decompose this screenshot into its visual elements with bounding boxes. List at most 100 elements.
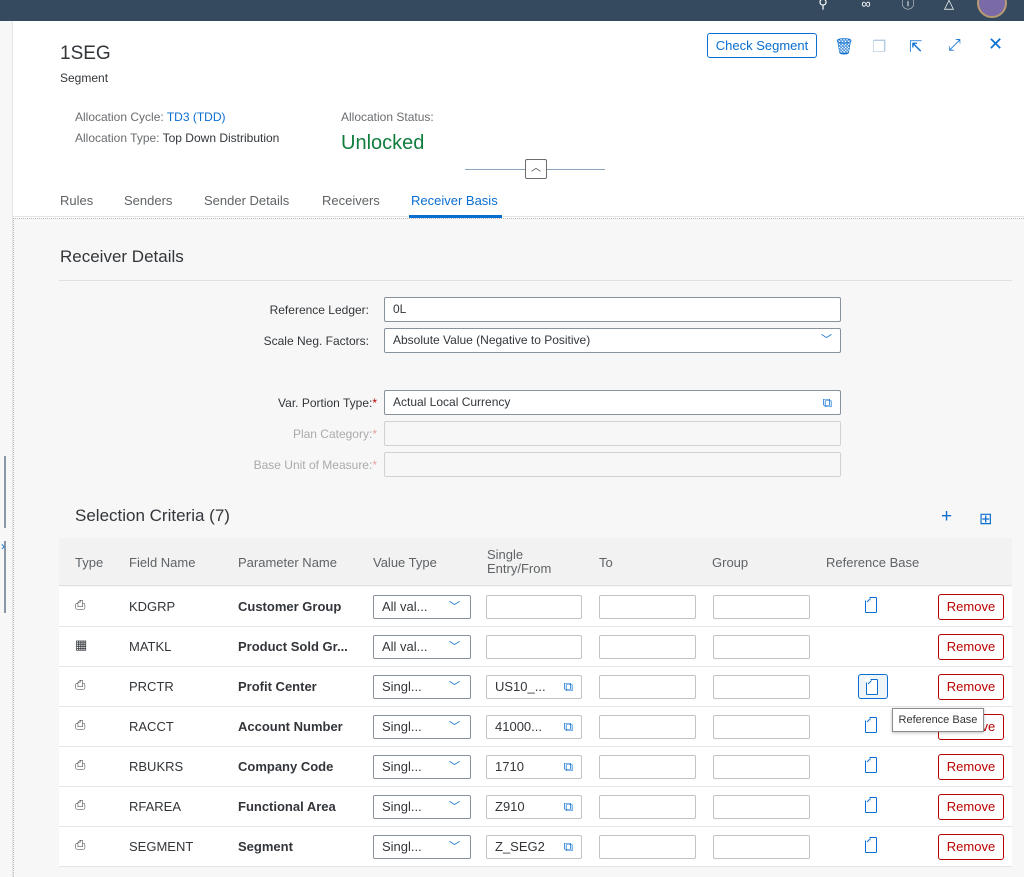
check-segment-button[interactable]: Check Segment	[707, 33, 817, 58]
plan-category-input	[384, 421, 841, 446]
table-icon: ▦	[75, 637, 88, 652]
value-type-select[interactable]: Singl... ﹀	[373, 795, 471, 819]
table-row: ⎙ PRCTR Profit Center Singl... ﹀ US10_... ⧉ Rem…	[59, 667, 1012, 707]
single-entry-input[interactable]	[486, 595, 582, 619]
document-icon: ⎙	[75, 757, 86, 772]
receiver-details-title: Receiver Details	[60, 247, 184, 266]
shell-bar: ⚲ ∞ ⓘ △	[0, 0, 1024, 21]
allocation-status-label: Allocation Status:	[341, 110, 434, 124]
reference-base-icon[interactable]	[865, 837, 877, 853]
field-name-cell: RFAREA	[129, 799, 182, 814]
to-input[interactable]	[599, 755, 696, 779]
field-name-cell: PRCTR	[129, 679, 174, 694]
chevron-down-icon: ﹀	[449, 761, 460, 773]
single-entry-input[interactable]: Z_SEG2 ⧉	[486, 835, 582, 859]
document-icon: ⎙	[75, 677, 86, 692]
expand-chevron-icon[interactable]: ›	[1, 539, 5, 553]
value-type-select[interactable]: All val... ﹀	[373, 635, 471, 659]
selection-criteria-title: Selection Criteria (7)	[75, 506, 230, 525]
allocation-type-value: Top Down Distribution	[162, 131, 280, 145]
column-header-reference-base: Reference Base	[826, 555, 920, 570]
chevron-down-icon: ﹀	[449, 681, 460, 693]
base-unit-of-measure-input	[384, 452, 841, 477]
fullscreen-icon[interactable]: ⤢	[948, 37, 961, 55]
base-unit-of-measure-label: Base Unit of Measure:*	[253, 458, 377, 472]
to-input[interactable]	[599, 795, 696, 819]
table-settings-icon[interactable]: ⊞	[979, 509, 992, 529]
group-input[interactable]	[713, 755, 810, 779]
value-help-icon[interactable]: ⧉	[564, 676, 573, 698]
tab-receiver-basis[interactable]: Receiver Basis	[411, 193, 498, 208]
to-input[interactable]	[599, 715, 696, 739]
document-icon: ⎙	[75, 717, 86, 732]
value-help-icon[interactable]: ⧉	[564, 716, 573, 738]
share-icon[interactable]: ⇱	[909, 37, 922, 57]
remove-button[interactable]: Remove	[938, 674, 1004, 700]
value-help-icon[interactable]: ⧉	[564, 836, 573, 858]
section-divider	[59, 280, 1012, 281]
remove-button[interactable]: Remove	[938, 594, 1004, 620]
collapse-header-button[interactable]: ︿	[525, 159, 547, 179]
var-portion-type-label: Var. Portion Type:*	[278, 396, 377, 410]
column-header-parameter-name: Parameter Name	[238, 555, 337, 570]
value-type-select[interactable]: Singl... ﹀	[373, 675, 471, 699]
chevron-up-icon: ︿	[531, 163, 541, 174]
add-icon[interactable]: +	[941, 506, 952, 528]
tab-sender-details[interactable]: Sender Details	[204, 193, 289, 208]
scale-neg-factors-select[interactable]: Absolute Value (Negative to Positive) ﹀	[384, 328, 841, 353]
parameter-name-cell: Customer Group	[238, 599, 342, 614]
remove-button[interactable]: Remove	[938, 634, 1004, 660]
remove-button[interactable]: Remove	[938, 754, 1004, 780]
value-type-select[interactable]: Singl... ﹀	[373, 835, 471, 859]
value-help-icon[interactable]: ⧉	[823, 391, 832, 414]
value-type-select[interactable]: All val... ﹀	[373, 595, 471, 619]
close-icon[interactable]: ✕	[988, 34, 1003, 55]
value-type-select[interactable]: Singl... ﹀	[373, 755, 471, 779]
single-entry-input[interactable]	[486, 635, 582, 659]
column-header-to: To	[599, 555, 613, 570]
reference-base-icon[interactable]	[865, 717, 877, 733]
delete-icon[interactable]: 🗑	[834, 37, 854, 57]
copy-icon: ❐	[872, 39, 887, 56]
value-type-select[interactable]: Singl... ﹀	[373, 715, 471, 739]
group-input[interactable]	[713, 675, 810, 699]
search-icon[interactable]: ⚲	[816, 0, 830, 12]
var-portion-type-input[interactable]: Actual Local Currency ⧉	[384, 390, 841, 415]
tab-rules[interactable]: Rules	[60, 193, 93, 208]
allocation-type-label: Allocation Type:	[75, 131, 160, 145]
tab-senders[interactable]: Senders	[124, 193, 172, 208]
document-icon: ⎙	[75, 837, 86, 852]
reference-base-icon[interactable]	[865, 757, 877, 773]
single-entry-input[interactable]: 1710 ⧉	[486, 755, 582, 779]
tab-receivers[interactable]: Receivers	[322, 193, 380, 208]
group-input[interactable]	[713, 635, 810, 659]
to-input[interactable]	[599, 835, 696, 859]
chevron-down-icon: ﹀	[449, 721, 460, 733]
group-input[interactable]	[713, 715, 810, 739]
bell-icon[interactable]: △	[942, 0, 956, 12]
reference-base-icon[interactable]	[865, 797, 877, 813]
reference-base-icon[interactable]	[865, 597, 877, 613]
left-rail: ›	[0, 21, 13, 877]
single-entry-input[interactable]: US10_... ⧉	[486, 675, 582, 699]
to-input[interactable]	[599, 635, 696, 659]
value-help-icon[interactable]: ⧉	[564, 756, 573, 778]
to-input[interactable]	[599, 675, 696, 699]
remove-button[interactable]: Remove	[938, 794, 1004, 820]
reference-ledger-label: Reference Ledger:	[269, 303, 369, 317]
reference-base-button[interactable]	[858, 674, 888, 699]
single-entry-input[interactable]: 41000... ⧉	[486, 715, 582, 739]
group-input[interactable]	[713, 795, 810, 819]
value-help-icon[interactable]: ⧉	[564, 796, 573, 818]
allocation-cycle-link[interactable]: TD3 (TDD)	[167, 110, 226, 124]
group-input[interactable]	[713, 595, 810, 619]
help-icon[interactable]: ⓘ	[900, 0, 916, 12]
to-input[interactable]	[599, 595, 696, 619]
single-entry-input[interactable]: Z910 ⧉	[486, 795, 582, 819]
group-input[interactable]	[713, 835, 810, 859]
avatar[interactable]	[977, 0, 1007, 18]
binoculars-icon[interactable]: ∞	[857, 0, 875, 12]
reference-ledger-input[interactable]: 0L	[384, 297, 841, 322]
remove-button[interactable]: Remove	[938, 834, 1004, 860]
parameter-name-cell: Functional Area	[238, 799, 336, 814]
